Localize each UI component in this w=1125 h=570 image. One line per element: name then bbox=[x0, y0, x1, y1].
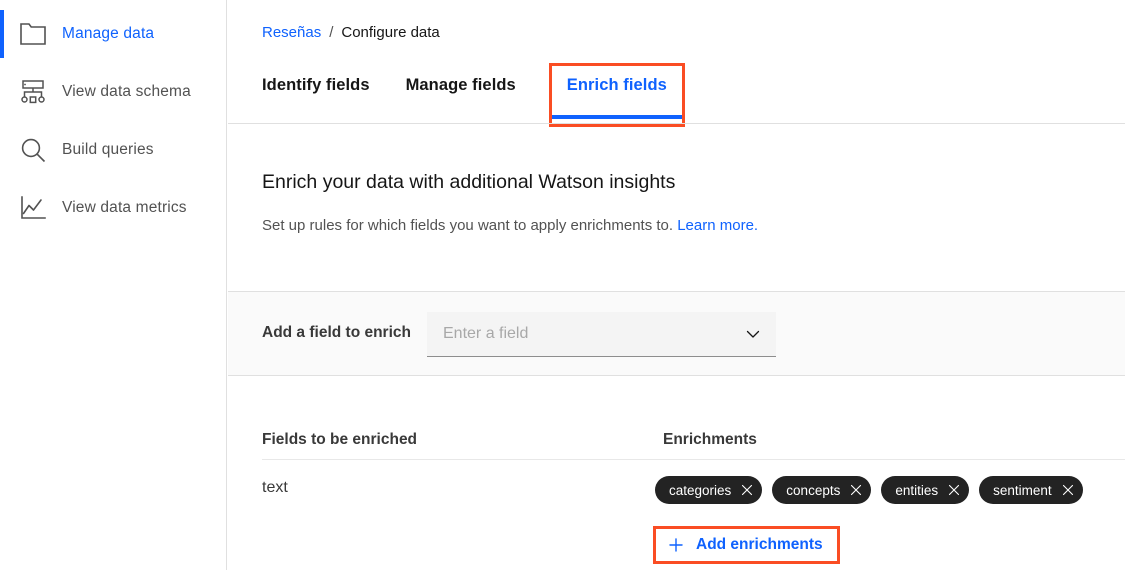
tab-bar: Identify fields Manage fields Enrich fie… bbox=[262, 63, 685, 127]
close-icon[interactable] bbox=[740, 483, 754, 497]
chip-label: categories bbox=[669, 482, 732, 498]
add-field-strip: Add a field to enrich Enter a field bbox=[228, 291, 1125, 376]
sidebar-item-view-data-metrics[interactable]: View data metrics bbox=[0, 184, 227, 232]
tab-manage-fields[interactable]: Manage fields bbox=[406, 66, 552, 124]
close-icon[interactable] bbox=[849, 483, 863, 497]
enrichment-chip-sentiment[interactable]: sentiment bbox=[979, 476, 1083, 504]
breadcrumb-separator: / bbox=[329, 24, 334, 41]
sidebar: Manage data View data schema Build queri… bbox=[0, 0, 227, 570]
tab-label: Enrich fields bbox=[566, 76, 667, 94]
app-root: Manage data View data schema Build queri… bbox=[0, 0, 1125, 570]
enrichment-chip-categories[interactable]: categories bbox=[655, 476, 763, 504]
learn-more-link[interactable]: Learn more. bbox=[677, 217, 758, 234]
close-icon[interactable] bbox=[1061, 483, 1075, 497]
close-icon[interactable] bbox=[947, 483, 961, 497]
breadcrumb: Reseñas / Configure data bbox=[262, 24, 440, 41]
sidebar-item-label: Manage data bbox=[62, 25, 155, 42]
chip-label: entities bbox=[895, 482, 939, 498]
add-enrichments-label: Add enrichments bbox=[696, 536, 823, 553]
add-field-label: Add a field to enrich bbox=[262, 324, 411, 341]
main-content: Reseñas / Configure data Identify fields… bbox=[228, 0, 1125, 570]
chevron-down-icon bbox=[744, 325, 762, 343]
tab-enrich-fields[interactable]: Enrich fields bbox=[548, 63, 685, 127]
plus-icon bbox=[668, 537, 684, 553]
sidebar-item-manage-data[interactable]: Manage data bbox=[0, 10, 227, 58]
tab-label: Manage fields bbox=[405, 76, 516, 94]
sidebar-item-label: Build queries bbox=[62, 141, 154, 158]
sidebar-item-label: View data metrics bbox=[62, 199, 187, 216]
chip-label: sentiment bbox=[993, 482, 1052, 498]
schema-tree-icon bbox=[17, 76, 49, 108]
table-row: text bbox=[262, 479, 288, 496]
add-enrichments-button[interactable]: Add enrichments bbox=[653, 526, 840, 564]
page-title: Enrich your data with additional Watson … bbox=[262, 171, 676, 193]
tab-bar-divider bbox=[228, 123, 1125, 124]
sidebar-item-build-queries[interactable]: Build queries bbox=[0, 126, 227, 174]
field-select-placeholder: Enter a field bbox=[443, 325, 529, 342]
column-header-fields: Fields to be enriched bbox=[262, 431, 418, 448]
enrichment-chip-list: categories concepts entities sentiment bbox=[655, 476, 1083, 504]
page-description-text: Set up rules for which fields you want t… bbox=[262, 217, 674, 234]
sidebar-active-indicator bbox=[0, 10, 4, 58]
folder-icon bbox=[17, 18, 49, 50]
tab-identify-fields[interactable]: Identify fields bbox=[262, 66, 406, 124]
search-icon bbox=[17, 134, 49, 166]
tab-label: Identify fields bbox=[262, 76, 370, 94]
breadcrumb-link-parent[interactable]: Reseñas bbox=[262, 24, 321, 41]
enrichment-chip-entities[interactable]: entities bbox=[881, 476, 970, 504]
field-select-dropdown[interactable]: Enter a field bbox=[427, 312, 776, 357]
sidebar-item-label: View data schema bbox=[62, 83, 191, 100]
table-header-divider bbox=[262, 459, 1125, 460]
line-chart-icon bbox=[17, 192, 49, 224]
chip-label: concepts bbox=[786, 482, 841, 498]
tab-active-underline bbox=[551, 115, 682, 119]
page-description: Set up rules for which fields you want t… bbox=[262, 217, 758, 234]
breadcrumb-current: Configure data bbox=[341, 24, 440, 41]
column-header-enrichments: Enrichments bbox=[663, 431, 757, 448]
sidebar-item-view-data-schema[interactable]: View data schema bbox=[0, 68, 227, 116]
enrichment-chip-concepts[interactable]: concepts bbox=[772, 476, 872, 504]
